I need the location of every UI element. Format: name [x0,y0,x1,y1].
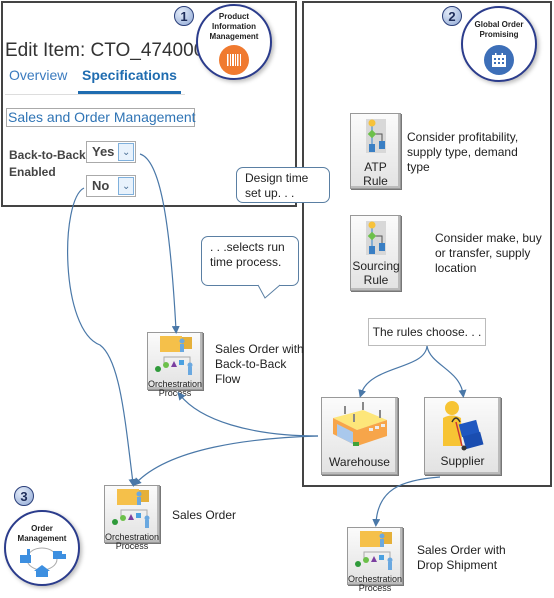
orchestration-process-icon [112,489,150,528]
orchestration-label: Orchestration Process [348,574,403,593]
om-app-name: Order Management [17,524,67,543]
active-tab-indicator [78,91,181,94]
connector-warehouse-to-sales-order [133,435,319,486]
orchestration-tile-back-to-back[interactable]: Orchestration Process [147,332,203,398]
select-value: Yes [92,144,115,159]
gop-app-badge: Global Order Promising [461,6,537,82]
orchestration-label: Orchestration Process [148,379,203,398]
om-app-badge: Order Management [4,510,80,586]
chevron-down-icon[interactable]: ⌄ [118,143,134,161]
tab-specifications[interactable]: Specifications [82,67,177,83]
pim-app-badge: Product Information Management [196,4,272,80]
orchestration-tile-sales-order[interactable]: Orchestration Process [104,485,160,551]
back-to-back-select-no[interactable]: No ⌄ [86,175,136,197]
chevron-down-icon[interactable]: ⌄ [118,177,134,195]
step-badge-3: 3 [14,486,34,506]
rule-flow-icon [365,221,386,255]
sourcing-rule-description: Consider make, buy or transfer, supply l… [435,231,542,275]
atp-rule-description: Consider profitability, supply type, dem… [407,130,519,174]
process-description-sales-order: Sales Order [172,508,237,522]
tab-divider [5,94,185,95]
back-to-back-label: Back-to-Back Enabled [9,148,86,179]
supplier-tile[interactable]: Supplier [424,397,501,475]
orchestration-process-icon [155,336,193,375]
warehouse-tile[interactable]: Warehouse [321,397,398,475]
process-description-drop-ship: Sales Order with Drop Shipment [417,543,506,572]
connector-warehouse-to-back-to-back [177,391,319,437]
order-management-icon [20,547,66,577]
run-time-callout: . . .selects run time process. [201,236,299,286]
supplier-label: Supplier [440,454,485,468]
gop-app-name: Global Order Promising [474,20,524,39]
select-value: No [92,178,110,193]
orchestration-label: Orchestration Process [105,532,160,551]
orchestration-tile-drop-ship[interactable]: Orchestration Process [347,527,403,593]
rule-flow-icon [365,119,386,153]
calendar-icon [484,45,514,75]
rules-choose-box: The rules choose. . . [368,318,486,346]
edit-item-title: Edit Item: CTO_474000 [5,40,205,61]
pim-app-name: Product Information Management [209,12,259,41]
section-header[interactable]: Sales and Order Management [6,108,196,127]
design-time-callout: Design time set up. . . [236,167,330,203]
barcode-icon [219,45,249,75]
sourcing-rule-tile[interactable]: Sourcing Rule [350,215,401,291]
atp-rule-tile[interactable]: ATP Rule [350,113,401,189]
step-badge-1: 1 [174,6,194,26]
connector-no-to-sales-order [67,187,137,487]
orchestration-process-icon [355,531,393,570]
warehouse-icon [332,402,387,446]
sourcing-rule-label: Sourcing Rule [352,259,400,287]
warehouse-label: Warehouse [329,455,390,469]
back-to-back-select-yes[interactable]: Yes ⌄ [86,141,136,163]
callout-tail [257,284,281,299]
step-badge-2: 2 [442,6,462,26]
process-description-back-to-back: Sales Order with Back-to-Back Flow [215,342,304,386]
supplier-icon [442,401,484,451]
atp-rule-label: ATP Rule [363,160,388,188]
tab-overview[interactable]: Overview [9,67,67,83]
